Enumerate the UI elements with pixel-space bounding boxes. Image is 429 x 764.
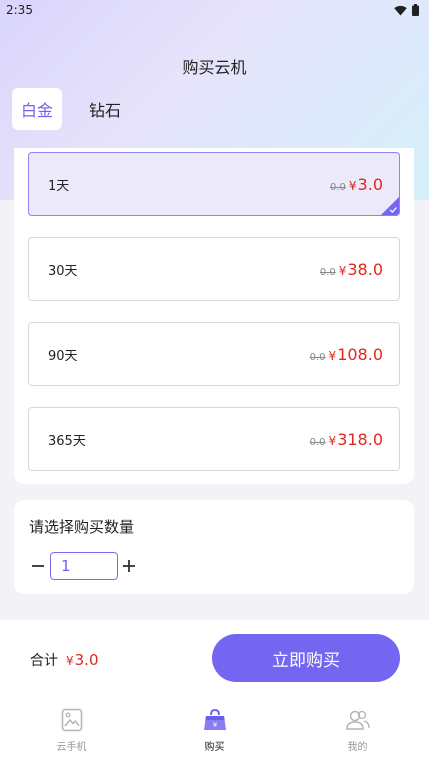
- nav-label: 购买: [204, 742, 225, 753]
- quantity-title: 请选择购买数量: [29, 518, 135, 536]
- bottom-navigation: 云手机 ¥ 购买 我的: [0, 700, 429, 764]
- increase-quantity-button[interactable]: [118, 552, 140, 580]
- plus-icon: [123, 560, 135, 572]
- selected-check-icon: [381, 197, 399, 215]
- price-amount: 38.0: [347, 259, 383, 279]
- plan-name: 90天: [48, 348, 78, 364]
- tab-diamond[interactable]: 钻石: [80, 88, 130, 130]
- svg-text:¥: ¥: [212, 721, 217, 729]
- price-amount: 108.0: [337, 344, 383, 364]
- tab-platinum[interactable]: 白金: [12, 88, 63, 130]
- page-title: 购买云机: [182, 58, 247, 77]
- wifi-icon: [394, 5, 407, 15]
- currency-symbol: ¥: [328, 433, 337, 448]
- plan-option-30-day[interactable]: 30天 0.0 ¥ 38.0: [28, 237, 400, 301]
- total-amount: 3.0: [74, 651, 99, 669]
- original-price: 0.0: [309, 436, 326, 448]
- quantity-input[interactable]: [50, 552, 118, 580]
- plan-option-90-day[interactable]: 90天 0.0 ¥ 108.0: [28, 322, 400, 386]
- nav-item-buy[interactable]: ¥ 购买: [143, 700, 286, 764]
- plan-name: 365天: [48, 433, 86, 449]
- plan-price: 0.0 ¥ 108.0: [310, 345, 383, 364]
- original-price: 0.0: [330, 181, 346, 193]
- nav-label: 我的: [347, 742, 368, 753]
- currency-symbol: ¥: [328, 348, 337, 363]
- tab-label: 钻石: [89, 101, 122, 120]
- currency-symbol: ¥: [338, 263, 347, 278]
- plan-option-365-day[interactable]: 365天 0.0 ¥ 318.0: [28, 407, 400, 471]
- plans-card: 1天 0.0 ¥ 3.0 30天 0.0 ¥ 38.0 90天 0.0 ¥ 10…: [14, 148, 414, 484]
- plan-name: 1天: [48, 178, 70, 194]
- users-icon: [345, 710, 370, 730]
- minus-icon: [32, 565, 44, 567]
- plan-tabs: 白金 钻石: [12, 88, 130, 130]
- tab-label: 白金: [21, 101, 54, 120]
- currency-symbol: ¥: [66, 654, 74, 668]
- nav-item-cloud-phone[interactable]: 云手机: [0, 700, 143, 764]
- nav-label: 云手机: [56, 742, 87, 753]
- original-price: 0.0: [309, 351, 326, 363]
- plan-name: 30天: [48, 263, 78, 279]
- price-amount: 318.0: [337, 429, 383, 449]
- plan-price: 0.0 ¥ 38.0: [320, 260, 383, 279]
- buy-now-button[interactable]: 立即购买: [212, 634, 400, 682]
- original-price: 0.0: [319, 266, 336, 278]
- plan-price: 0.0 ¥ 318.0: [310, 430, 383, 449]
- total-label: 合计: [30, 653, 58, 669]
- price-amount: 3.0: [357, 174, 383, 194]
- status-time: 2:35: [6, 3, 33, 17]
- nav-item-mine[interactable]: 我的: [286, 700, 429, 764]
- currency-symbol: ¥: [348, 178, 357, 193]
- status-bar: 2:35: [0, 0, 429, 20]
- decrease-quantity-button[interactable]: [27, 552, 49, 580]
- battery-icon: [412, 4, 419, 16]
- plan-option-1-day[interactable]: 1天 0.0 ¥ 3.0: [28, 152, 400, 216]
- phone-image-icon: [61, 708, 82, 732]
- plan-price: 0.0 ¥ 3.0: [330, 175, 383, 194]
- order-total: 合计 ¥ 3.0: [30, 650, 99, 670]
- shopping-bag-icon: ¥: [203, 708, 226, 730]
- quantity-card: 请选择购买数量: [14, 500, 414, 594]
